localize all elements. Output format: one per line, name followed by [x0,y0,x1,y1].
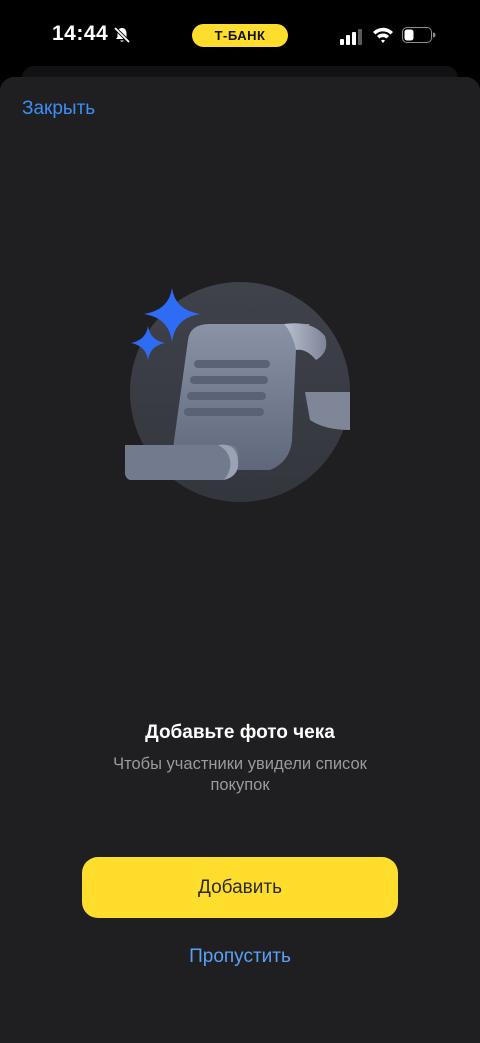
add-photo-button[interactable]: Добавить [82,857,398,918]
skip-button[interactable]: Пропустить [0,946,480,968]
receipt-illustration [120,280,360,510]
status-bar: 14:44 Т-БАНК [0,0,480,70]
battery-icon [402,27,436,43]
signal-icon [340,29,364,45]
bell-slash-icon [113,26,131,44]
sparkle-icon [131,288,200,360]
close-button[interactable]: Закрыть [22,98,95,120]
carrier-badge: Т-БАНК [192,24,288,47]
wifi-icon [372,26,394,44]
status-time: 14:44 [52,22,109,45]
page-subtitle: Чтобы участники увидели список покупок [113,755,367,794]
page-title: Добавьте фото чека [145,722,335,743]
